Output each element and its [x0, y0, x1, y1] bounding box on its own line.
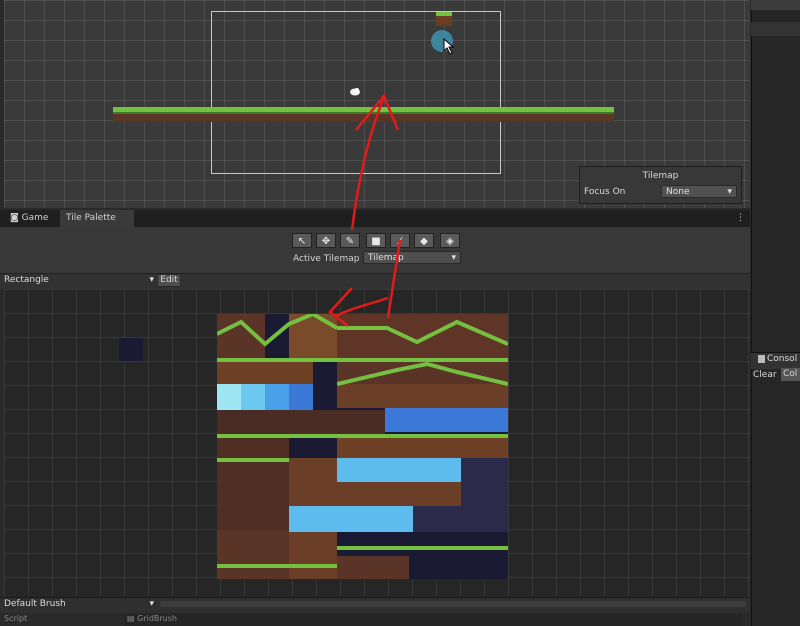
tile-block: [217, 530, 289, 579]
tab-tile-palette[interactable]: Tile Palette: [60, 210, 134, 227]
tile-block: [337, 384, 508, 408]
palette-dropdown[interactable]: Rectangle ▾: [4, 274, 156, 287]
tab-game[interactable]: ◙ Game: [4, 210, 54, 227]
focus-dropdown[interactable]: None ▾: [661, 185, 737, 198]
tile-block: [289, 532, 337, 579]
overlay-title: Tilemap: [642, 171, 679, 181]
water-tiles: [385, 408, 508, 432]
water-tiles: [337, 458, 461, 482]
grass-strip: [217, 564, 337, 568]
focus-value: None: [666, 187, 690, 197]
ground-platform: [113, 107, 614, 122]
select-tool-button[interactable]: ↖: [292, 233, 312, 248]
right-dock: [751, 0, 800, 626]
water-tiles: [289, 506, 413, 532]
tile-block: [461, 458, 508, 506]
floating-tile: [436, 12, 452, 26]
player-sprite: [350, 88, 360, 96]
tile-block: [337, 482, 461, 506]
paint-tool-button[interactable]: ✎: [340, 233, 360, 248]
script-field[interactable]: ▤ GridBrush: [124, 614, 742, 626]
chevron-down-icon: ▾: [149, 275, 154, 285]
grass-strip: [217, 434, 508, 438]
script-label: Script: [4, 614, 28, 623]
gamepad-icon: ◙: [10, 213, 19, 223]
tile-block: [413, 506, 508, 532]
grass-strip: [217, 458, 289, 462]
grass-strip: [337, 546, 508, 550]
brush-inspector-scrollbar[interactable]: [160, 601, 746, 607]
slope-tiles: [337, 362, 508, 386]
slope-tiles: [217, 314, 508, 347]
tilemap-focus-overlay: Tilemap Focus On None ▾: [579, 166, 742, 204]
tile-sheet[interactable]: [217, 314, 508, 579]
chevron-down-icon: ▾: [149, 599, 154, 609]
tab-game-label: Game: [21, 213, 49, 223]
brush-value: Default Brush: [4, 599, 66, 609]
active-tilemap-value: Tilemap: [368, 253, 404, 263]
water-gradient-tiles: [217, 384, 313, 410]
script-icon: ▤: [127, 614, 135, 623]
active-tilemap-dropdown[interactable]: Tilemap ▾: [363, 251, 461, 264]
box-fill-tool-button[interactable]: ■: [366, 233, 386, 248]
focus-label: Focus On: [584, 187, 626, 197]
brush-dropdown[interactable]: Default Brush ▾: [4, 598, 156, 611]
move-tool-button[interactable]: ✥: [316, 233, 336, 248]
tile-block: [337, 556, 409, 579]
edit-palette-button[interactable]: Edit: [157, 274, 181, 287]
kebab-menu-icon[interactable]: ⋮: [736, 210, 745, 227]
console-collapse-button[interactable]: Col: [781, 368, 800, 381]
console-icon: [758, 355, 765, 363]
palette-value: Rectangle: [4, 275, 49, 285]
console-title: Consol: [767, 354, 798, 364]
hierarchy-row[interactable]: [751, 0, 800, 10]
active-tilemap-label: Active Tilemap: [293, 254, 360, 264]
chevron-down-icon: ▾: [727, 187, 732, 197]
eraser-tool-button[interactable]: ◆: [414, 233, 434, 248]
tile-block: [217, 410, 385, 434]
single-tile[interactable]: [119, 338, 143, 361]
tile-block: [217, 434, 289, 530]
tile-block: [217, 360, 313, 384]
console-clear-button[interactable]: Clear: [753, 370, 777, 380]
chevron-down-icon: ▾: [451, 253, 456, 263]
script-value: GridBrush: [137, 614, 177, 623]
fill-tool-button[interactable]: ◈: [440, 233, 460, 248]
picker-tool-button[interactable]: ⁄: [390, 233, 410, 248]
hierarchy-row[interactable]: [751, 22, 800, 36]
mouse-pointer-icon: [443, 38, 455, 55]
